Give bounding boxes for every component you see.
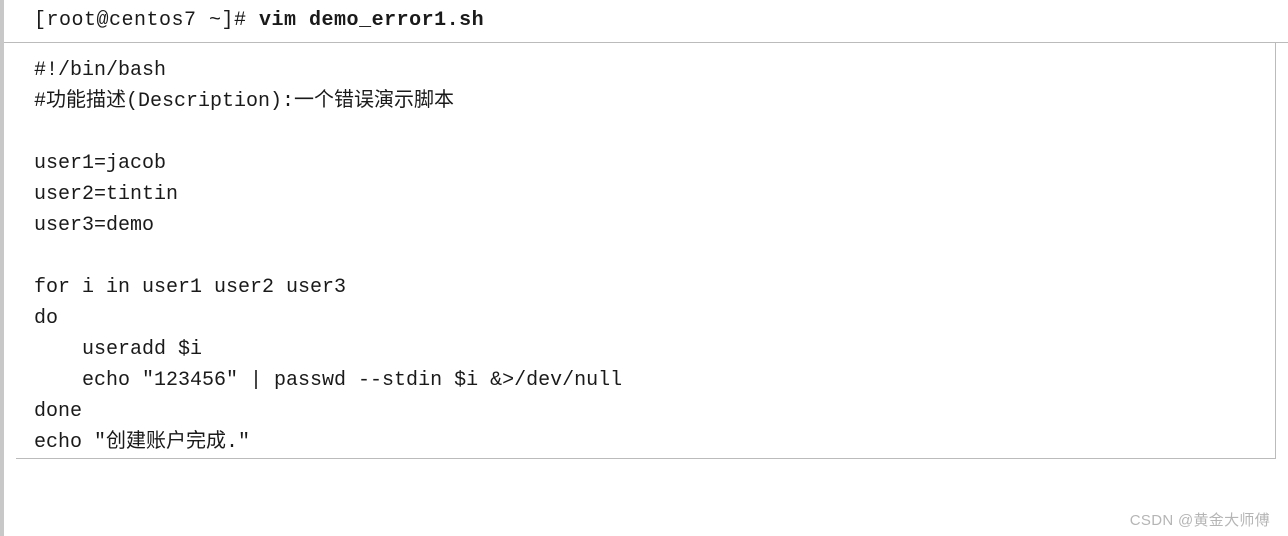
code-line: do — [34, 303, 1257, 334]
code-line: useradd $i — [34, 334, 1257, 365]
code-line: user1=jacob — [34, 148, 1257, 179]
blank-line — [34, 241, 1257, 272]
watermark-text: CSDN @黄金大师傅 — [1130, 510, 1270, 533]
code-line: echo "123456" | passwd --stdin $i &>/dev… — [34, 365, 1257, 396]
code-line: user3=demo — [34, 210, 1257, 241]
code-line: user2=tintin — [34, 179, 1257, 210]
document-container: [root@centos7 ~]# vim demo_error1.sh #!/… — [0, 0, 1288, 536]
blank-line — [34, 117, 1257, 148]
shell-prompt: [root@centos7 ~]# — [34, 9, 259, 32]
code-line: echo "创建账户完成." — [34, 427, 1257, 458]
code-line: #!/bin/bash — [34, 55, 1257, 86]
script-code-box: #!/bin/bash #功能描述(Description):一个错误演示脚本 … — [16, 43, 1276, 459]
shell-command: vim demo_error1.sh — [259, 9, 484, 32]
code-line: for i in user1 user2 user3 — [34, 272, 1257, 303]
shell-command-line: [root@centos7 ~]# vim demo_error1.sh — [4, 0, 1288, 43]
code-line: #功能描述(Description):一个错误演示脚本 — [34, 86, 1257, 117]
code-line: done — [34, 396, 1257, 427]
